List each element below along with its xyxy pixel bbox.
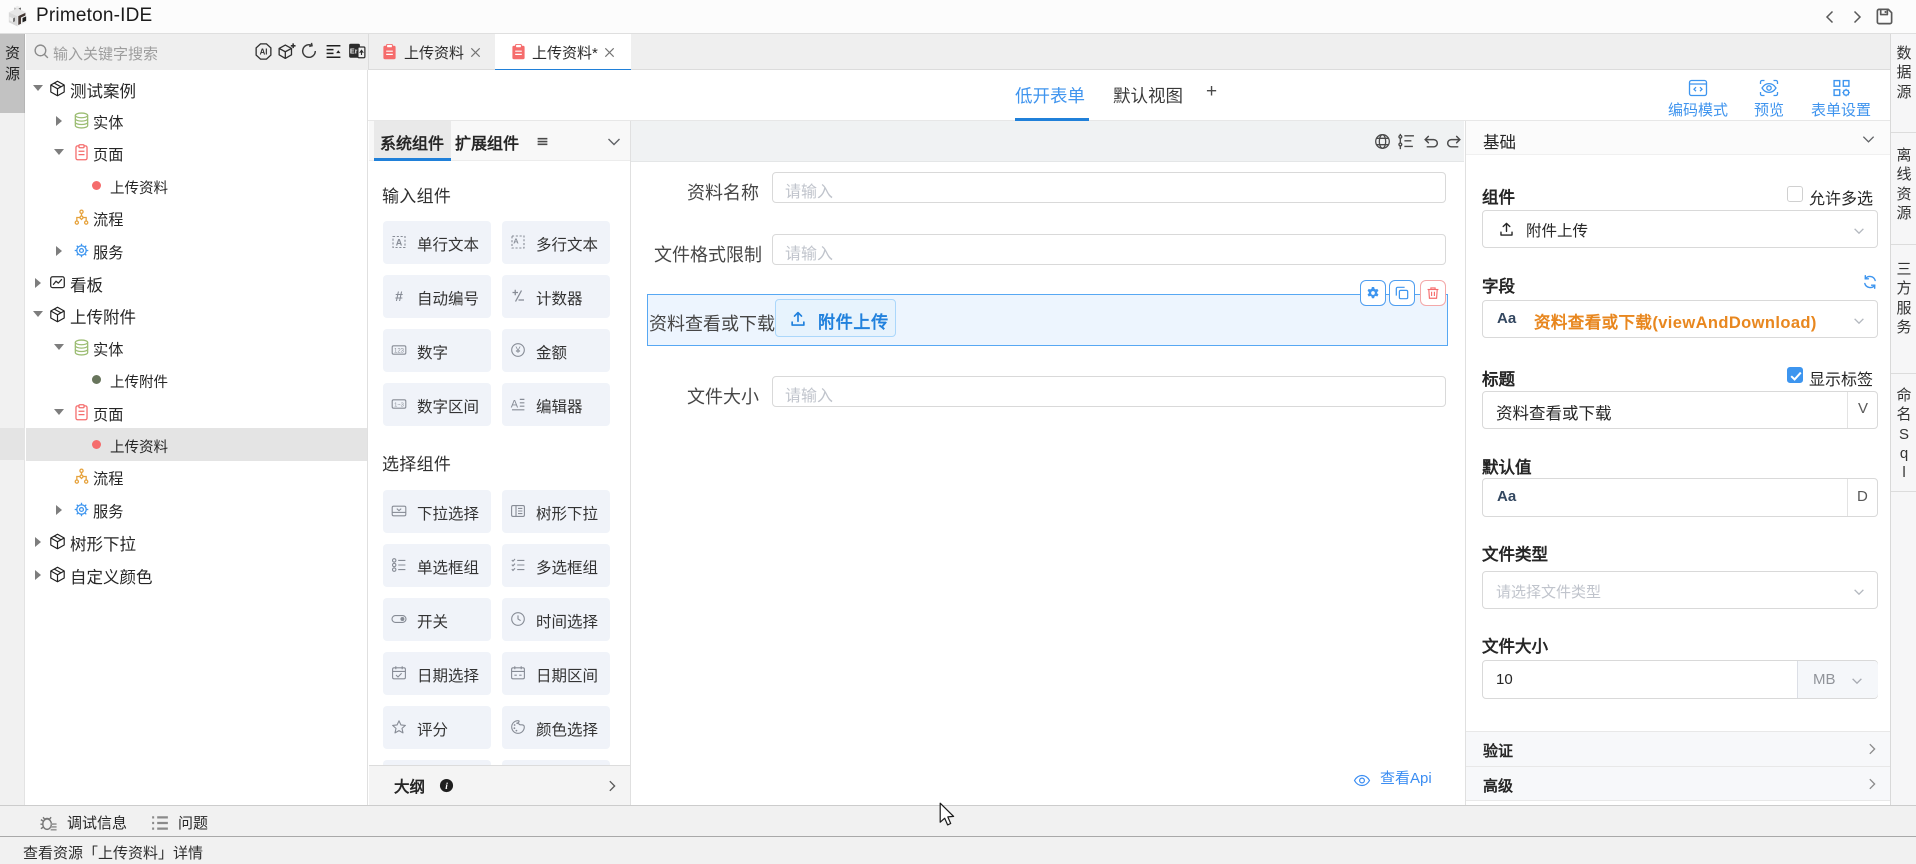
svg-text:¥: ¥ (514, 345, 521, 355)
svg-text:A: A (511, 399, 519, 411)
svg-text:#: # (395, 288, 403, 304)
svg-text:1~3: 1~3 (394, 402, 404, 408)
svg-text:AI: AI (260, 48, 268, 57)
svg-text:i: i (445, 782, 448, 792)
svg-text:A: A (396, 237, 403, 247)
svg-text:A: A (513, 237, 519, 246)
svg-text:123: 123 (394, 348, 405, 354)
